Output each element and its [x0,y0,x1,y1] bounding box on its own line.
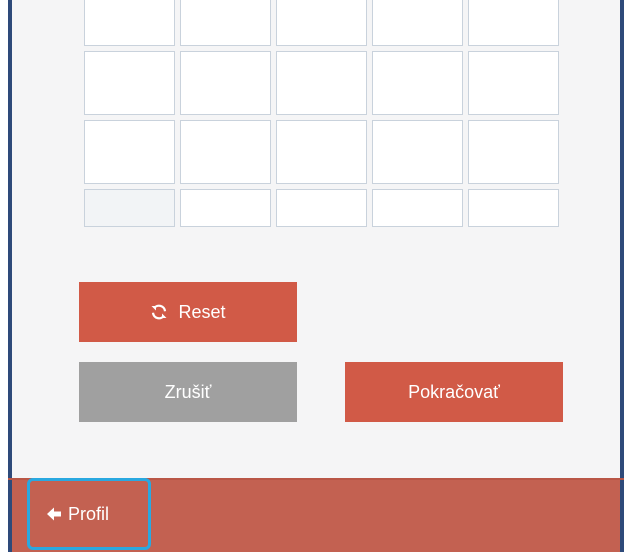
grid-cell[interactable] [276,0,367,46]
grid-cell[interactable] [468,189,559,227]
grid-cell[interactable] [468,0,559,46]
cancel-button-label: Zrušiť [164,381,212,402]
continue-button[interactable]: Pokračovať [345,362,563,422]
back-to-profile-button[interactable]: Profil [27,478,151,550]
back-button-label: Profil [68,503,110,524]
grid-cell[interactable] [468,120,559,184]
grid-cell[interactable] [276,51,367,115]
reset-button[interactable]: Reset [79,282,297,342]
grid-cell[interactable] [180,51,271,115]
grid-cell-shaded[interactable] [84,189,175,227]
grid-cell[interactable] [372,189,463,227]
grid-cell[interactable] [372,120,463,184]
grid-cell[interactable] [84,120,175,184]
grid-cell[interactable] [276,120,367,184]
grid-cell[interactable] [84,51,175,115]
grid-cell[interactable] [84,0,175,46]
cancel-button[interactable]: Zrušiť [79,362,297,422]
selection-grid [84,0,559,227]
grid-cell[interactable] [180,189,271,227]
refresh-icon [150,303,168,321]
grid-cell[interactable] [372,51,463,115]
grid-cell[interactable] [468,51,559,115]
grid-cell[interactable] [180,120,271,184]
grid-cell[interactable] [276,189,367,227]
grid-cell[interactable] [372,0,463,46]
grid-cell[interactable] [180,0,271,46]
arrow-left-icon [46,506,62,522]
reset-button-label: Reset [178,301,226,322]
continue-button-label: Pokračovať [408,381,500,402]
